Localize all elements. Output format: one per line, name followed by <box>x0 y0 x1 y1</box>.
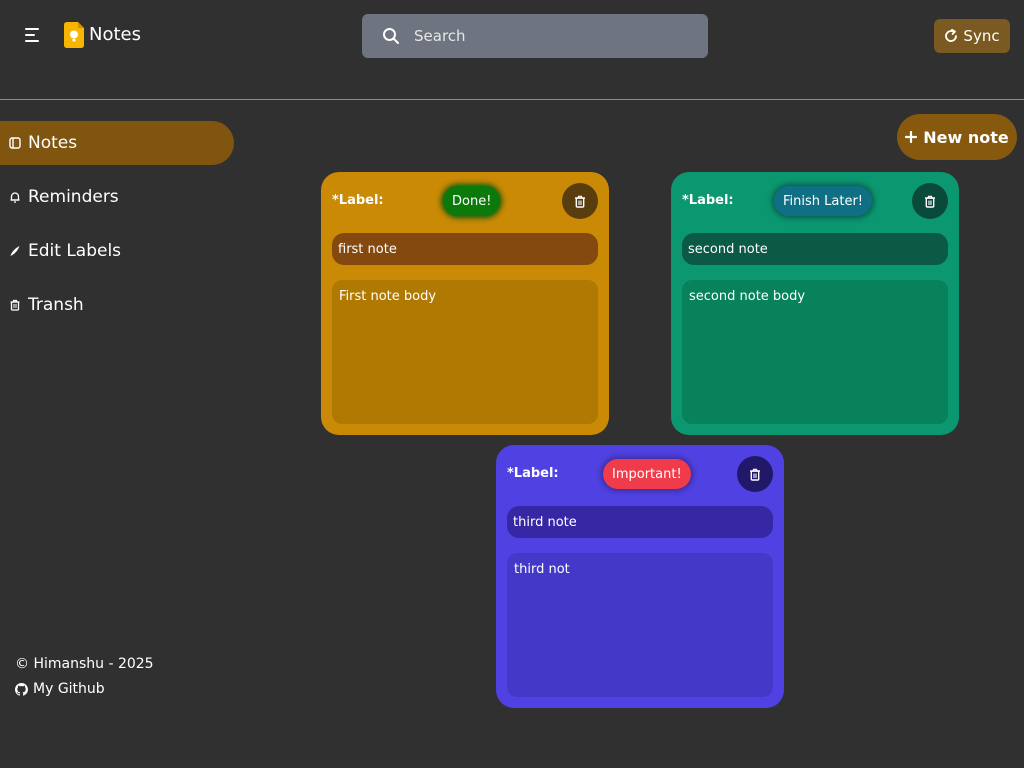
note-card: *Label: Done! First note body <box>321 172 609 435</box>
note-label-text: *Label: <box>507 466 559 481</box>
note-icon <box>8 136 22 150</box>
note-title-input[interactable] <box>332 233 598 265</box>
sync-label: Sync <box>963 27 1000 45</box>
sidebar-item-notes[interactable]: Notes <box>0 121 234 165</box>
note-label-chip[interactable]: Done! <box>443 186 501 216</box>
note-title-input[interactable] <box>507 506 773 538</box>
menu-icon[interactable] <box>22 24 44 46</box>
bell-icon <box>8 190 22 204</box>
note-card: *Label: Finish Later! second note body <box>671 172 959 435</box>
sidebar-item-label: Reminders <box>28 187 119 207</box>
search-icon <box>383 28 399 44</box>
trash-icon <box>575 195 585 208</box>
sidebar-item-edit-labels[interactable]: Edit Labels <box>0 229 234 273</box>
trash-icon <box>750 468 760 481</box>
github-link[interactable]: My Github <box>15 681 105 697</box>
github-icon <box>15 682 28 696</box>
note-label-text: *Label: <box>682 193 734 208</box>
note-label-chip[interactable]: Important! <box>603 459 691 489</box>
note-body-input[interactable]: First note body <box>332 280 598 424</box>
search-bar[interactable] <box>362 14 708 58</box>
delete-note-button[interactable] <box>737 456 773 492</box>
note-label-chip[interactable]: Finish Later! <box>774 186 872 216</box>
sidebar-item-label: Transh <box>28 295 84 315</box>
trash-icon <box>925 195 935 208</box>
pen-icon <box>8 244 22 258</box>
plus-icon <box>905 131 918 143</box>
delete-note-button[interactable] <box>562 183 598 219</box>
keep-logo-icon <box>64 22 84 48</box>
note-body-input[interactable]: second note body <box>682 280 948 424</box>
github-link-label: My Github <box>33 681 105 697</box>
note-card: *Label: Important! third not <box>496 445 784 708</box>
sidebar-item-trash[interactable]: Transh <box>0 283 234 327</box>
sidebar-item-label: Edit Labels <box>28 241 122 261</box>
delete-note-button[interactable] <box>912 183 948 219</box>
trash-icon <box>8 298 22 312</box>
sync-icon <box>945 29 958 42</box>
app-header: Notes Sync <box>0 0 1024 100</box>
app-title: Notes <box>89 24 141 45</box>
new-note-button[interactable]: New note <box>897 114 1017 160</box>
sidebar-item-reminders[interactable]: Reminders <box>0 175 234 219</box>
note-body-input[interactable]: third not <box>507 553 773 697</box>
sync-button[interactable]: Sync <box>934 19 1010 53</box>
search-input[interactable] <box>414 14 694 58</box>
new-note-label: New note <box>923 127 1009 147</box>
sidebar-item-label: Notes <box>28 133 78 153</box>
note-label-text: *Label: <box>332 193 384 208</box>
note-title-input[interactable] <box>682 233 948 265</box>
copyright-text: © Himanshu - 2025 <box>15 656 154 672</box>
